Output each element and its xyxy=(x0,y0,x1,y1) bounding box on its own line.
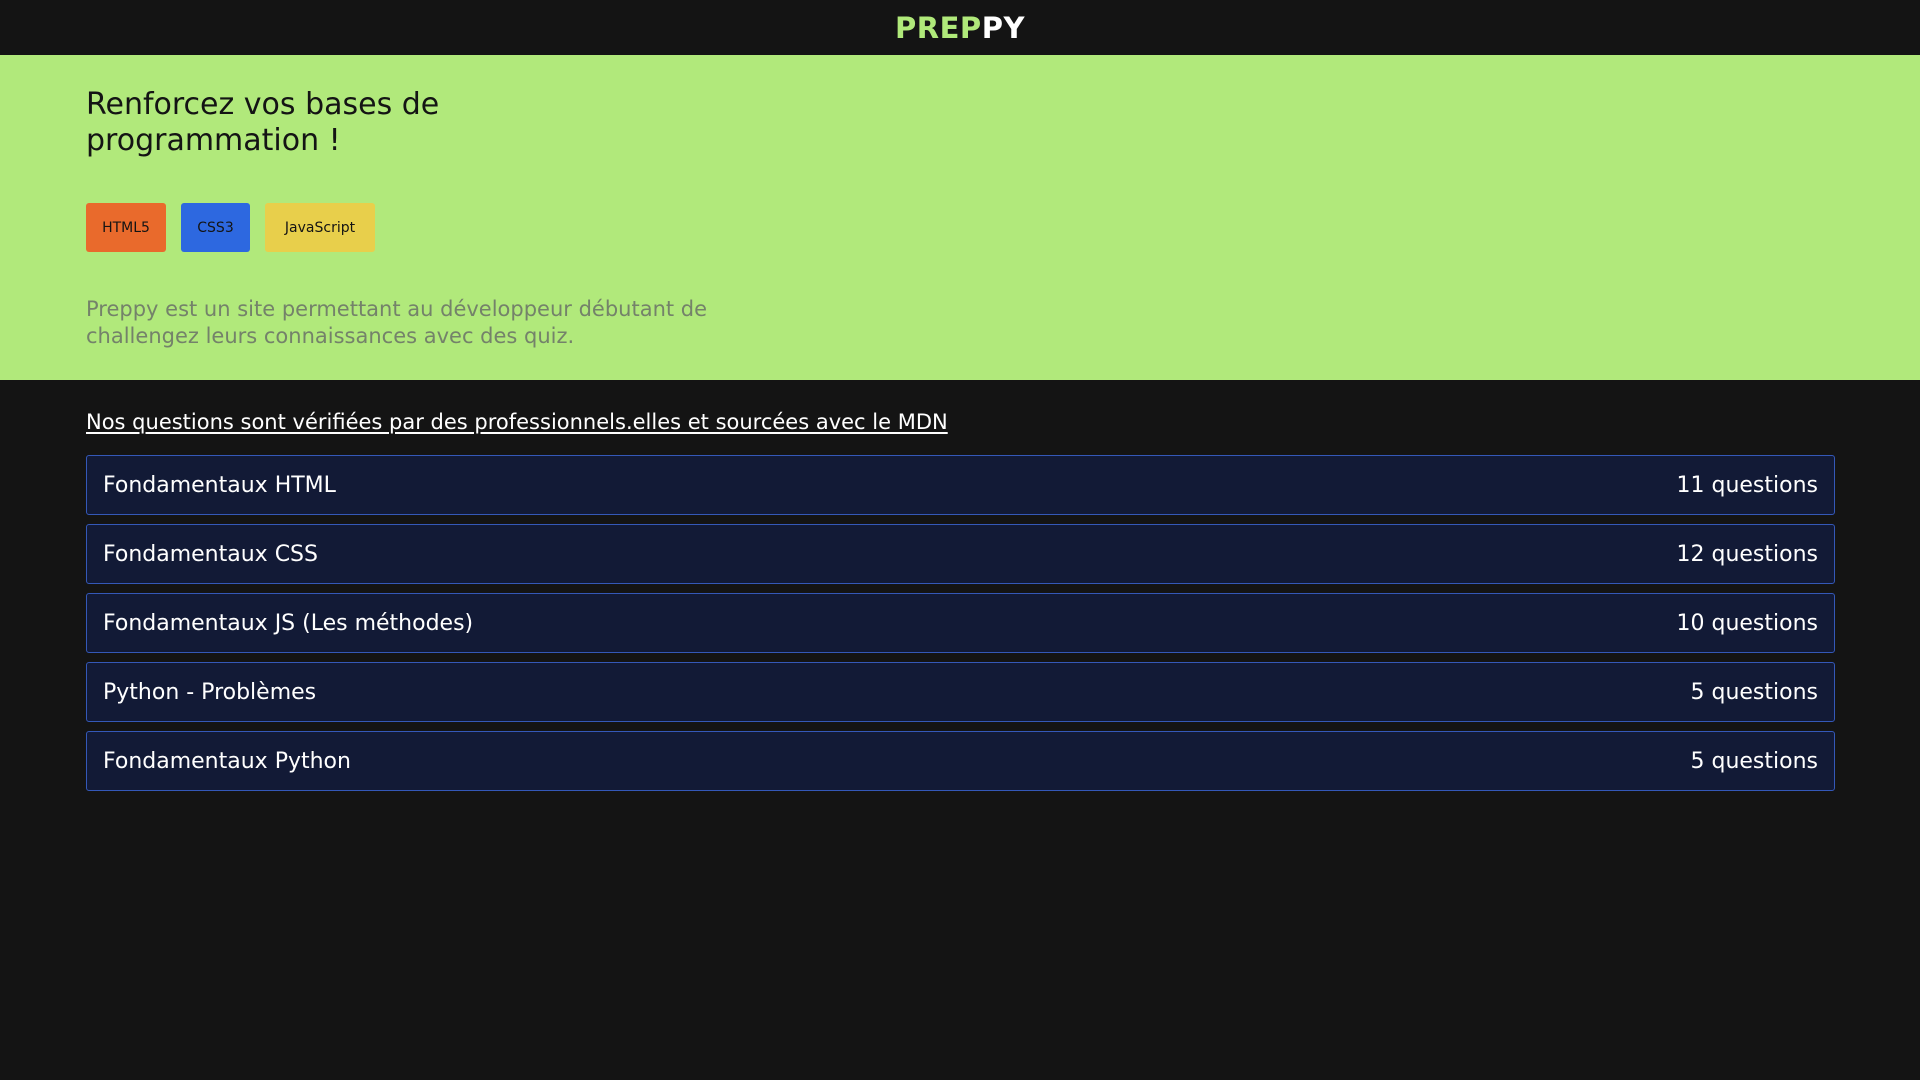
logo-prep: PREP xyxy=(895,10,982,45)
quiz-item-python-problems[interactable]: Python - Problèmes 5 questions xyxy=(86,662,1835,722)
hero-section: Renforcez vos bases de programmation ! H… xyxy=(0,55,1920,380)
quiz-title: Fondamentaux HTML xyxy=(103,472,336,498)
hero-title: Renforcez vos bases de programmation ! xyxy=(86,87,440,158)
logo-py: PY xyxy=(981,10,1025,45)
quiz-item-python-basics[interactable]: Fondamentaux Python 5 questions xyxy=(86,731,1835,791)
main-content: Nos questions sont vérifiées par des pro… xyxy=(0,380,1920,791)
quiz-item-js-methods[interactable]: Fondamentaux JS (Les méthodes) 10 questi… xyxy=(86,593,1835,653)
quiz-title: Python - Problèmes xyxy=(103,679,317,705)
site-logo[interactable]: PREPPY xyxy=(895,11,1025,45)
quiz-title: Fondamentaux CSS xyxy=(103,541,318,567)
mdn-verified-link[interactable]: Nos questions sont vérifiées par des pro… xyxy=(86,410,948,434)
quiz-question-count: 10 questions xyxy=(1676,610,1819,636)
quiz-question-count: 11 questions xyxy=(1676,472,1819,498)
tag-javascript: JavaScript xyxy=(265,203,375,252)
quiz-item-css[interactable]: Fondamentaux CSS 12 questions xyxy=(86,524,1835,584)
hero-description: Preppy est un site permettant au dévelop… xyxy=(86,297,708,348)
quiz-item-html[interactable]: Fondamentaux HTML 11 questions xyxy=(86,455,1835,515)
quiz-question-count: 5 questions xyxy=(1690,679,1819,705)
tag-html5: HTML5 xyxy=(86,203,166,252)
quiz-question-count: 5 questions xyxy=(1690,748,1819,774)
tag-css3: CSS3 xyxy=(181,203,250,252)
quiz-title: Fondamentaux JS (Les méthodes) xyxy=(103,610,474,636)
quiz-title: Fondamentaux Python xyxy=(103,748,351,774)
top-bar: PREPPY xyxy=(0,0,1920,55)
quiz-list: Fondamentaux HTML 11 questions Fondament… xyxy=(86,455,1835,791)
tech-tags: HTML5 CSS3 JavaScript xyxy=(86,203,1834,252)
quiz-question-count: 12 questions xyxy=(1676,541,1819,567)
